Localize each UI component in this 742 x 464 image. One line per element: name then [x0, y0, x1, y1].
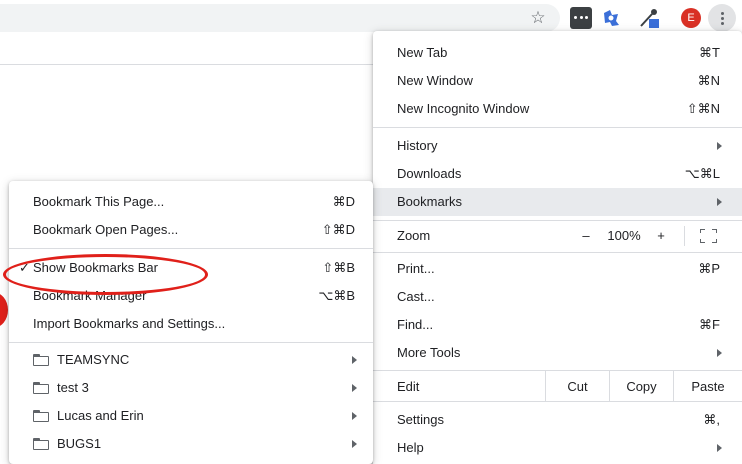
cut-button[interactable]: Cut	[545, 371, 609, 401]
menu-item-label: New Incognito Window	[397, 101, 530, 116]
eyedropper-icon[interactable]	[638, 7, 660, 29]
menu-item-settings[interactable]: Settings ⌘,	[373, 406, 742, 434]
bookmark-folder-item[interactable]: Lucas and Erin	[9, 402, 373, 430]
menu-item-label: New Window	[397, 73, 473, 88]
folder-icon	[33, 382, 49, 394]
address-bar[interactable]	[0, 4, 560, 32]
menu-item-label: Zoom	[397, 228, 431, 243]
shortcut-label: ⇧⌘B	[322, 260, 355, 275]
bookmarks-submenu: Bookmark This Page... ⌘D Bookmark Open P…	[3, 181, 373, 464]
menu-item-new-incognito-window[interactable]: New Incognito Window ⇧⌘N	[373, 95, 742, 123]
folder-label: test 3	[57, 380, 89, 395]
zoom-level: 100%	[607, 228, 641, 243]
menu-item-new-window[interactable]: New Window ⌘N	[373, 67, 742, 95]
bookmark-folder-item[interactable]: TEAMSYNC	[9, 346, 373, 374]
menu-item-label: Downloads	[397, 166, 462, 181]
menu-item-label: Bookmarks	[397, 194, 463, 209]
submenu-arrow-icon	[717, 349, 722, 357]
red-highlight-ellipse	[3, 254, 208, 295]
menu-separator	[373, 252, 742, 253]
menu-item-print[interactable]: Print... ⌘P	[373, 255, 742, 283]
shortcut-label: ⌥⌘B	[318, 288, 355, 303]
menu-item-label: Settings	[397, 412, 444, 427]
menu-item-bookmarks[interactable]: Bookmarks	[373, 188, 742, 216]
menu-item-label: Bookmark This Page...	[33, 194, 165, 209]
more-vert-icon[interactable]	[708, 4, 736, 32]
folder-icon	[33, 438, 49, 450]
folder-icon	[33, 354, 49, 366]
menu-item-new-tab[interactable]: New Tab ⌘T	[373, 39, 742, 67]
zoom-divider	[684, 226, 685, 246]
menu-separator	[9, 342, 373, 343]
menu-item-label: History	[397, 138, 438, 153]
menu-item-label: Help	[397, 440, 424, 455]
shortcut-label: ⇧⌘N	[686, 101, 720, 116]
menu-separator	[9, 248, 373, 249]
copy-button[interactable]: Copy	[609, 371, 673, 401]
menu-separator	[373, 127, 742, 128]
bookmark-folder-item[interactable]: BUGS1	[9, 430, 373, 458]
menu-item-cast[interactable]: Cast...	[373, 283, 742, 311]
zoom-out-button[interactable]: –	[576, 222, 596, 250]
submenu-arrow-icon	[717, 198, 722, 206]
red-annotation-mark	[0, 292, 8, 328]
submenu-arrow-icon	[352, 440, 357, 448]
menu-item-label: Cast...	[397, 289, 435, 304]
shortcut-label: ⌘D	[332, 194, 355, 209]
folder-label: Lucas and Erin	[57, 408, 144, 423]
menu-item-downloads[interactable]: Downloads ⌥⌘L	[373, 160, 742, 188]
menu-item-label: Bookmark Open Pages...	[33, 222, 179, 237]
submenu-arrow-icon	[352, 412, 357, 420]
fullscreen-icon[interactable]	[700, 229, 717, 243]
menu-item-find[interactable]: Find... ⌘F	[373, 311, 742, 339]
folder-icon	[33, 410, 49, 422]
submenu-arrow-icon	[352, 384, 357, 392]
shortcut-label: ⌘P	[698, 261, 720, 276]
menu-item-label: Import Bookmarks and Settings...	[33, 316, 226, 331]
submenu-arrow-icon	[352, 356, 357, 364]
shortcut-label: ⌥⌘L	[684, 166, 720, 181]
submenu-arrow-icon	[717, 142, 722, 150]
zoom-in-button[interactable]: +	[651, 222, 671, 250]
menu-item-label: More Tools	[397, 345, 461, 360]
menu-item-more-tools[interactable]: More Tools	[373, 339, 742, 367]
folder-label: TEAMSYNC	[57, 352, 130, 367]
menu-item-label: Find...	[397, 317, 434, 332]
toolbar-divider	[0, 64, 380, 65]
menu-item-label: Edit	[397, 379, 420, 394]
extension-puzzle-icon[interactable]	[600, 7, 622, 29]
menu-item-bookmark-open-pages[interactable]: Bookmark Open Pages... ⇧⌘D	[9, 216, 373, 244]
folder-label: BUGS1	[57, 436, 102, 451]
shortcut-label: ⌘T	[699, 45, 720, 60]
shortcut-label: ⌘F	[699, 317, 720, 332]
menu-item-bookmark-this-page[interactable]: Bookmark This Page... ⌘D	[9, 188, 373, 216]
menu-item-edit: Edit Cut Copy Paste	[373, 370, 742, 402]
menu-item-label: Print...	[397, 261, 435, 276]
chrome-main-menu: New Tab ⌘T New Window ⌘N New Incognito W…	[373, 31, 742, 464]
shortcut-label: ⌘,	[703, 412, 720, 427]
extension-dots-icon[interactable]	[570, 7, 592, 29]
menu-item-import-bookmarks[interactable]: Import Bookmarks and Settings...	[9, 310, 373, 338]
submenu-arrow-icon	[717, 444, 722, 452]
avatar[interactable]: E	[681, 8, 701, 28]
shortcut-label: ⇧⌘D	[321, 222, 355, 237]
star-icon[interactable]: ☆	[528, 8, 548, 28]
menu-item-history[interactable]: History	[373, 132, 742, 160]
menu-separator	[373, 220, 742, 221]
shortcut-label: ⌘N	[697, 73, 720, 88]
bookmark-folder-item[interactable]: test 3	[9, 374, 373, 402]
paste-button[interactable]: Paste	[673, 371, 742, 401]
menu-item-label: New Tab	[397, 45, 448, 60]
menu-item-help[interactable]: Help	[373, 434, 742, 462]
menu-item-zoom: Zoom – 100% +	[373, 222, 742, 250]
